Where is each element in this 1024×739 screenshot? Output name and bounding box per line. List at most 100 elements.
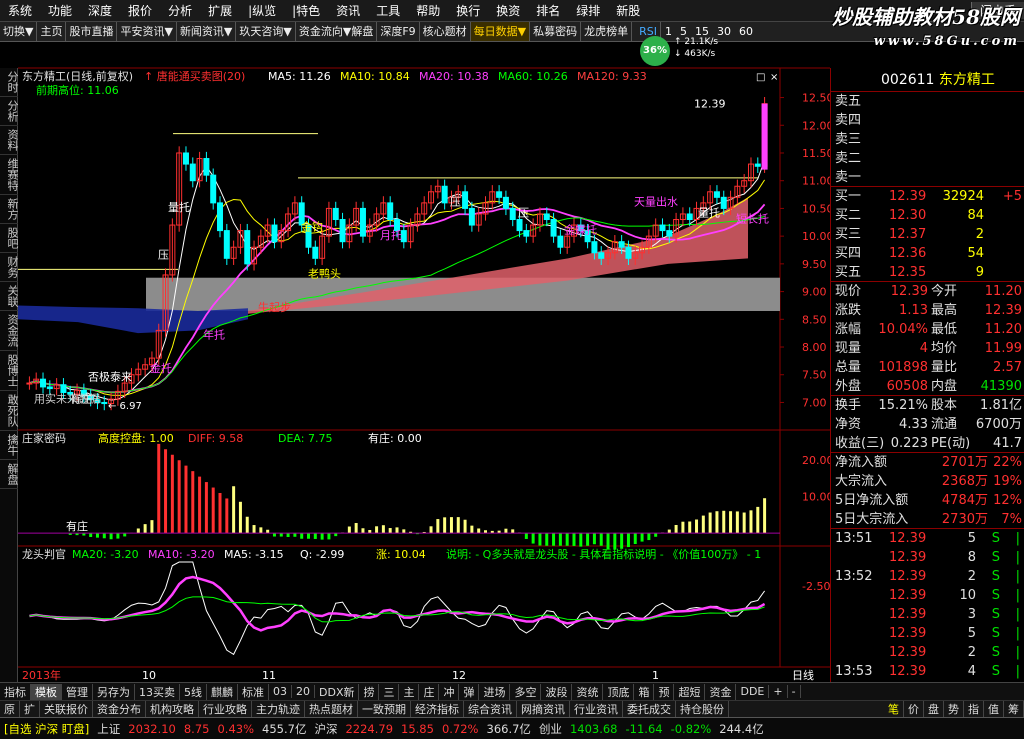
indicator-tab-26[interactable]: DDE: [736, 685, 770, 698]
toolbar-item-5[interactable]: 玖天咨询▼: [236, 22, 296, 41]
menu-item-13[interactable]: 排名: [528, 2, 568, 19]
indicator-tab-13[interactable]: 主: [399, 683, 420, 700]
toolbar-item-7[interactable]: 深度F9: [377, 22, 420, 41]
info-tab-6[interactable]: 主力轨迹: [252, 701, 305, 717]
menu-item-15[interactable]: 新股: [608, 2, 648, 19]
info-tab-7[interactable]: 热点题材: [305, 701, 358, 717]
menu-item-3[interactable]: 报价: [120, 2, 160, 19]
toolbar-item-2[interactable]: 股市直播: [66, 22, 118, 41]
indicator-tab-21[interactable]: 顶底: [603, 683, 635, 700]
indicator-tab-23[interactable]: 预: [654, 683, 675, 700]
info-tab-5[interactable]: 行业攻略: [199, 701, 252, 717]
period-60[interactable]: 60: [735, 22, 757, 41]
toolbar-item-10[interactable]: 私募密码: [530, 22, 582, 41]
fund-val-2: 6700万: [975, 417, 1022, 432]
indicator-tab-28[interactable]: -: [788, 685, 801, 698]
menu-item-0[interactable]: 系统: [0, 2, 40, 19]
menu-item-11[interactable]: 换行: [448, 2, 488, 19]
indicator-tab-1[interactable]: 模板: [31, 683, 62, 700]
indicator-tab-20[interactable]: 资统: [572, 683, 604, 700]
leftnav-item-1[interactable]: 分析: [0, 97, 19, 126]
toolbar-item-0[interactable]: 切换▼: [0, 22, 38, 41]
menu-item-5[interactable]: 扩展: [200, 2, 240, 19]
indicator-tab-2[interactable]: 管理: [62, 683, 93, 700]
leftnav-item-0[interactable]: 分时: [0, 68, 19, 97]
indicator-tab-0[interactable]: 指标: [0, 683, 31, 700]
indicator-tab-7[interactable]: 标准: [238, 683, 269, 700]
indicator-tab-12[interactable]: 三: [379, 683, 400, 700]
leftnav-item-10[interactable]: 敢死队: [0, 391, 19, 431]
info-tab-10[interactable]: 综合资讯: [464, 701, 517, 717]
leftnav-item-8[interactable]: 资金流: [0, 311, 19, 351]
tick-vol: 10: [959, 588, 976, 603]
bid-price-2: 12.37: [889, 227, 927, 242]
indicator-tab-4[interactable]: 13买卖: [135, 683, 180, 700]
right-tab-3[interactable]: 势: [944, 701, 964, 717]
right-tab-2[interactable]: 盘: [924, 701, 944, 717]
indicator-tab-3[interactable]: 另存为: [93, 683, 135, 700]
indicator-tab-25[interactable]: 资金: [705, 683, 737, 700]
candle-body: [182, 152, 189, 165]
y-tick-label: 11.50: [802, 147, 830, 160]
indicator-tab-27[interactable]: +: [769, 685, 788, 698]
indicator-tab-15[interactable]: 冲: [439, 683, 460, 700]
toolbar-item-3[interactable]: 平安资讯▼: [117, 22, 177, 41]
toolbar-item-1[interactable]: 主页: [37, 22, 67, 41]
toolbar-item-4[interactable]: 新闻资讯▼: [177, 22, 237, 41]
info-tab-2[interactable]: 关联报价: [40, 701, 93, 717]
info-tab-3[interactable]: 资金分布: [93, 701, 146, 717]
leftnav-item-5[interactable]: 股吧: [0, 224, 19, 253]
chart-area[interactable]: 12.50 12.00 11.50 11.00 10.50 10.00 9.50 9.00 8.…: [18, 42, 830, 682]
indicator-tab-9[interactable]: 20: [292, 685, 315, 698]
indicator-tab-16[interactable]: 弹: [459, 683, 480, 700]
leftnav-item-4[interactable]: 新方: [0, 195, 19, 224]
info-tab-1[interactable]: 扩: [20, 701, 40, 717]
indicator-tab-24[interactable]: 超短: [674, 683, 706, 700]
indicator-tab-5[interactable]: 5线: [180, 683, 207, 700]
info-tab-14[interactable]: 持仓股份: [676, 701, 729, 717]
menu-item-8[interactable]: 资讯: [328, 2, 368, 19]
leftnav-item-9[interactable]: 股博士: [0, 351, 19, 391]
leftnav-item-7[interactable]: 关联: [0, 282, 19, 311]
indicator-tab-11[interactable]: 捞: [359, 683, 380, 700]
right-tab-5[interactable]: 值: [984, 701, 1004, 717]
indicator-tab-14[interactable]: 庄: [419, 683, 440, 700]
menu-item-12[interactable]: 换资: [488, 2, 528, 19]
leftnav-item-6[interactable]: 财务: [0, 253, 19, 282]
indicator-tab-18[interactable]: 多空: [510, 683, 542, 700]
right-tab-4[interactable]: 指: [964, 701, 984, 717]
menu-item-2[interactable]: 深度: [80, 2, 120, 19]
right-tab-1[interactable]: 价: [904, 701, 924, 717]
info-tab-13[interactable]: 委托成交: [623, 701, 676, 717]
right-tab-6[interactable]: 筹: [1004, 701, 1024, 717]
y-tick-label: 12.00: [802, 119, 830, 132]
indicator-tab-22[interactable]: 箱: [634, 683, 655, 700]
info-tab-4[interactable]: 机构攻略: [146, 701, 199, 717]
info-tab-8[interactable]: 一致预期: [358, 701, 411, 717]
menu-item-9[interactable]: 工具: [368, 2, 408, 19]
indicator-tab-8[interactable]: 03: [269, 685, 292, 698]
leftnav-item-2[interactable]: 资料: [0, 126, 19, 155]
menu-item-1[interactable]: 功能: [40, 2, 80, 19]
leftnav-item-12[interactable]: 解盘: [0, 460, 19, 489]
indicator-tab-17[interactable]: 进场: [479, 683, 511, 700]
toolbar-item-9[interactable]: 每日数据▼: [470, 22, 531, 41]
toolbar-item-11[interactable]: 龙虎榜单: [581, 22, 633, 41]
menu-item-6[interactable]: |纵览: [240, 2, 284, 19]
leftnav-item-11[interactable]: 擒牛: [0, 431, 19, 460]
right-tab-0[interactable]: 笔: [884, 701, 904, 717]
menu-item-14[interactable]: 绿排: [568, 2, 608, 19]
indicator-tab-6[interactable]: 麒麟: [207, 683, 238, 700]
info-tab-11[interactable]: 网摘资讯: [517, 701, 570, 717]
menu-item-10[interactable]: 帮助: [408, 2, 448, 19]
menu-item-4[interactable]: 分析: [160, 2, 200, 19]
indicator-tab-19[interactable]: 波段: [541, 683, 573, 700]
toolbar-item-6[interactable]: 资金流向▼解盘: [296, 22, 378, 41]
toolbar-item-8[interactable]: 核心题材: [420, 22, 471, 41]
leftnav-item-3[interactable]: 维赛特: [0, 155, 19, 195]
info-tab-9[interactable]: 经济指标: [411, 701, 464, 717]
info-tab-0[interactable]: 原: [0, 701, 20, 717]
indicator-tab-10[interactable]: DDX新: [315, 683, 360, 700]
info-tab-12[interactable]: 行业资讯: [570, 701, 623, 717]
menu-item-7[interactable]: |特色: [284, 2, 328, 19]
